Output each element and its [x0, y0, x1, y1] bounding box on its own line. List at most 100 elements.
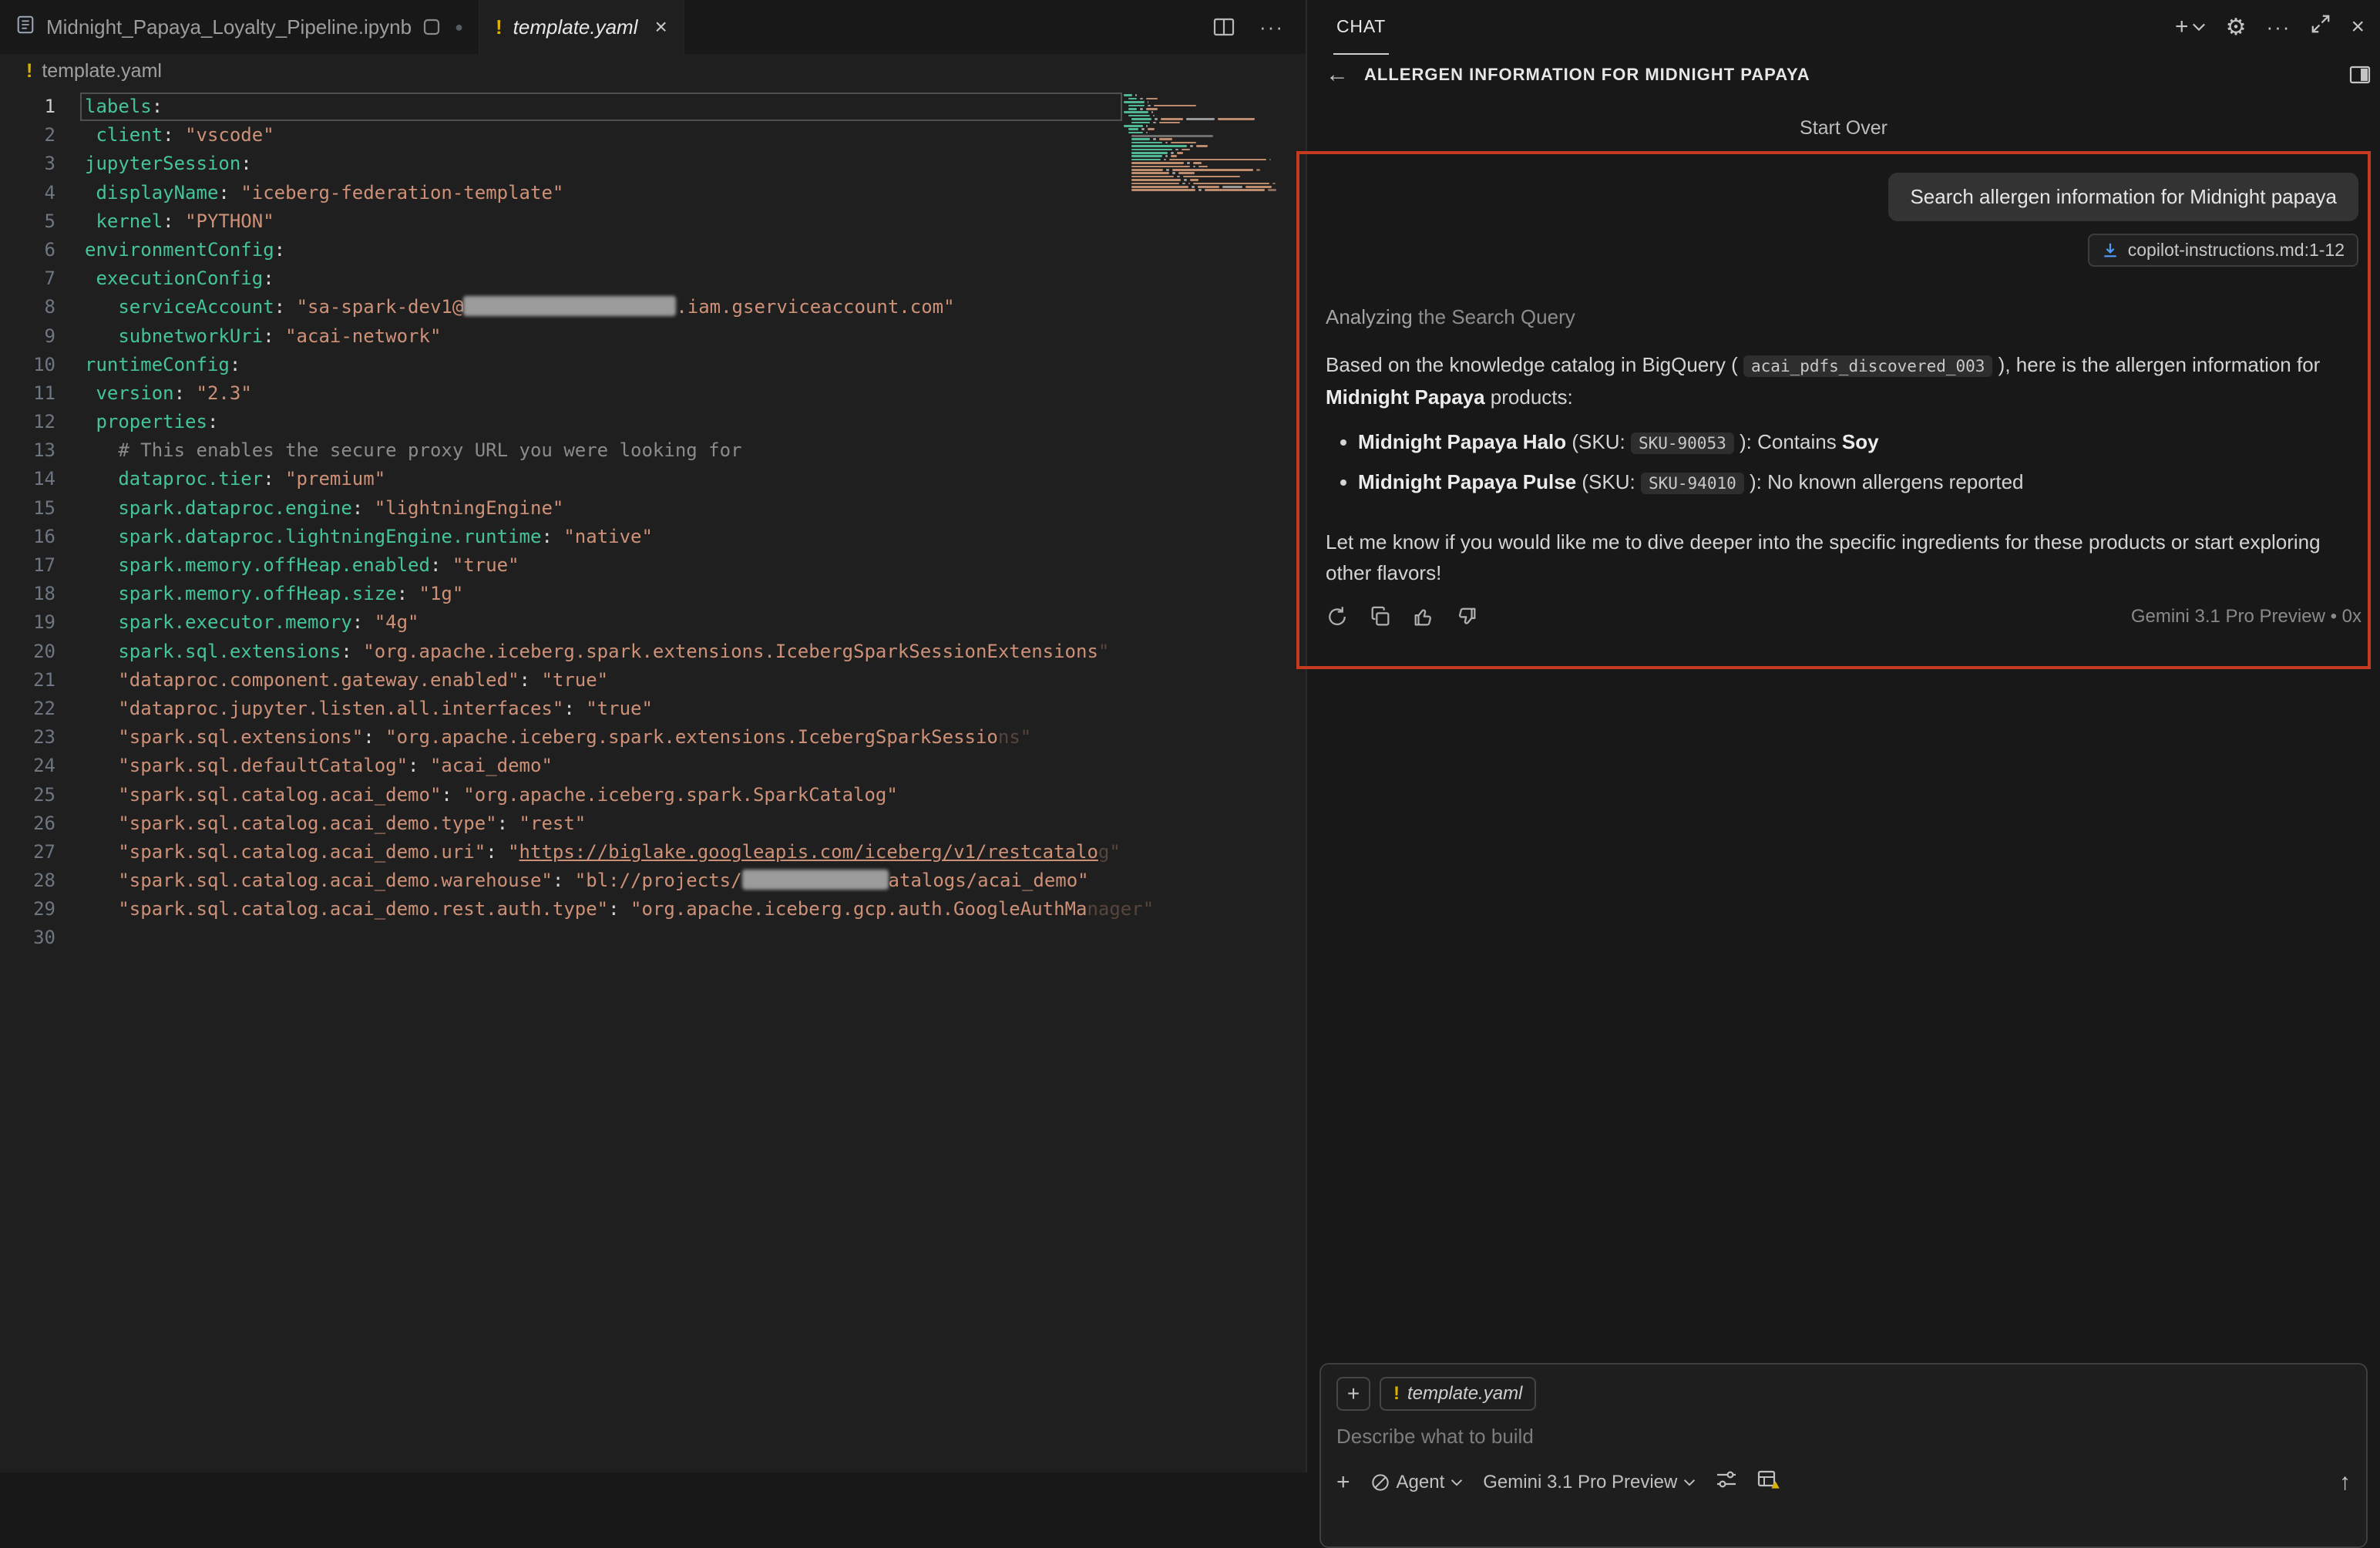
- close-tab-icon[interactable]: ×: [655, 15, 667, 39]
- code-line[interactable]: 9 subnetworkUri: "acai-network": [0, 322, 1306, 351]
- settings-gear-icon[interactable]: ⚙: [2226, 14, 2247, 41]
- code-line[interactable]: 18 spark.memory.offHeap.size: "1g": [0, 580, 1306, 608]
- start-over-button[interactable]: Start Over: [1307, 117, 2380, 140]
- maximize-panel-icon[interactable]: [2311, 14, 2331, 40]
- code-line[interactable]: 8 serviceAccount: "sa-spark-dev1@.iam.gs…: [0, 293, 1306, 321]
- allergen-list: Midnight Papaya Halo (SKU: SKU-90053 ): …: [1326, 426, 2358, 506]
- line-number: 22: [0, 695, 85, 723]
- code-line[interactable]: 7 executionConfig:: [0, 264, 1306, 293]
- attach-icon[interactable]: +: [1336, 1469, 1350, 1496]
- notebook-file-icon: [15, 15, 35, 40]
- line-number: 19: [0, 608, 85, 637]
- thumbs-down-icon[interactable]: [1455, 605, 1478, 628]
- download-icon: [2102, 242, 2119, 259]
- agent-icon: [1370, 1472, 1390, 1492]
- line-number: 12: [0, 408, 85, 436]
- send-button[interactable]: ↑: [2339, 1469, 2351, 1496]
- tab-pin-icon[interactable]: [422, 18, 441, 36]
- regenerate-icon[interactable]: [1326, 605, 1349, 628]
- code-editor[interactable]: 1labels:2 client: "vscode"3jupyterSessio…: [0, 88, 1306, 1477]
- plus-icon: +: [2175, 14, 2189, 40]
- code-line[interactable]: 26 "spark.sql.catalog.acai_demo.type": "…: [0, 809, 1306, 838]
- line-number: 6: [0, 236, 85, 264]
- composer-toolbar: + Agent Gemini 3.1 Pro Preview ↑: [1336, 1469, 2351, 1496]
- code-line[interactable]: 24 "spark.sql.defaultCatalog": "acai_dem…: [0, 752, 1306, 780]
- code-line[interactable]: 25 "spark.sql.catalog.acai_demo": "org.a…: [0, 781, 1306, 809]
- code-line[interactable]: 22 "dataproc.jupyter.listen.all.interfac…: [0, 695, 1306, 723]
- code-line[interactable]: 19 spark.executor.memory: "4g": [0, 608, 1306, 637]
- line-number: 5: [0, 207, 85, 236]
- line-number: 25: [0, 781, 85, 809]
- tune-icon[interactable]: [1716, 1469, 1737, 1496]
- code-line[interactable]: 5 kernel: "PYTHON": [0, 207, 1306, 236]
- line-number: 27: [0, 838, 85, 867]
- line-number: 20: [0, 638, 85, 666]
- chat-input[interactable]: Describe what to build: [1336, 1425, 2351, 1449]
- agent-mode-selector[interactable]: Agent: [1370, 1472, 1464, 1493]
- line-number: 18: [0, 580, 85, 608]
- code-line[interactable]: 29 "spark.sql.catalog.acai_demo.rest.aut…: [0, 895, 1306, 924]
- more-options-icon[interactable]: ···: [2266, 15, 2291, 39]
- open-chat-in-editor-icon[interactable]: [2349, 64, 2371, 86]
- code-line[interactable]: 13 # This enables the secure proxy URL y…: [0, 436, 1306, 465]
- code-line[interactable]: 2 client: "vscode": [0, 121, 1306, 150]
- code-line[interactable]: 20 spark.sql.extensions: "org.apache.ice…: [0, 638, 1306, 666]
- code-line[interactable]: 1labels:: [0, 93, 1306, 121]
- context-chip[interactable]: ! template.yaml: [1380, 1377, 1536, 1411]
- more-actions-icon[interactable]: ···: [1259, 15, 1284, 39]
- code-line[interactable]: 12 properties:: [0, 408, 1306, 436]
- response-actions: Gemini 3.1 Pro Preview • 0x: [1326, 605, 2362, 628]
- chat-tab[interactable]: CHAT: [1333, 0, 1389, 55]
- chat-session-title: ALLERGEN INFORMATION FOR MIDNIGHT PAPAYA: [1364, 65, 1810, 85]
- tab-label: Midnight_Papaya_Loyalty_Pipeline.ipynb: [46, 15, 412, 39]
- split-editor-icon[interactable]: [1213, 16, 1235, 38]
- redacted-text: [742, 870, 889, 890]
- chevron-down-icon: [1683, 1479, 1696, 1486]
- line-number: 7: [0, 264, 85, 293]
- chevron-down-icon: [2192, 22, 2206, 32]
- response-paragraph: Based on the knowledge catalog in BigQue…: [1326, 349, 2358, 412]
- warning-icon: !: [26, 60, 32, 82]
- code-line[interactable]: 3jupyterSession:: [0, 150, 1306, 178]
- code-line[interactable]: 11 version: "2.3": [0, 379, 1306, 408]
- code-line[interactable]: 21 "dataproc.component.gateway.enabled":…: [0, 666, 1306, 695]
- editor-pane: Midnight_Papaya_Loyalty_Pipeline.ipynb ●…: [0, 0, 1307, 1472]
- copy-icon[interactable]: [1369, 605, 1392, 628]
- context-chip-row: + ! template.yaml: [1336, 1377, 2351, 1411]
- add-context-button[interactable]: +: [1336, 1377, 1370, 1411]
- code-line[interactable]: 16 spark.dataproc.lightningEngine.runtim…: [0, 523, 1306, 551]
- back-arrow-icon[interactable]: ←: [1326, 62, 1349, 88]
- line-number: 17: [0, 551, 85, 580]
- code-line[interactable]: 10runtimeConfig:: [0, 351, 1306, 379]
- tab-template-yaml[interactable]: ! template.yaml ×: [480, 0, 684, 54]
- code-line[interactable]: 28 "spark.sql.catalog.acai_demo.warehous…: [0, 867, 1306, 895]
- code-line[interactable]: 15 spark.dataproc.engine: "lightningEngi…: [0, 494, 1306, 523]
- thumbs-up-icon[interactable]: [1412, 605, 1435, 628]
- editor-tab-bar: Midnight_Papaya_Loyalty_Pipeline.ipynb ●…: [0, 0, 1306, 54]
- code-line[interactable]: 30: [0, 924, 1306, 952]
- code-line[interactable]: 4 displayName: "iceberg-federation-templ…: [0, 179, 1306, 207]
- code-line[interactable]: 27 "spark.sql.catalog.acai_demo.uri": "h…: [0, 838, 1306, 867]
- line-number: 16: [0, 523, 85, 551]
- line-number: 30: [0, 924, 85, 952]
- model-selector[interactable]: Gemini 3.1 Pro Preview: [1483, 1472, 1696, 1493]
- line-number: 21: [0, 666, 85, 695]
- breadcrumb[interactable]: ! template.yaml: [0, 54, 1306, 88]
- close-panel-icon[interactable]: ×: [2351, 14, 2365, 40]
- code-line[interactable]: 17 spark.memory.offHeap.enabled: "true": [0, 551, 1306, 580]
- chat-conversation: Search allergen information for Midnight…: [1307, 151, 2380, 628]
- line-number: 14: [0, 465, 85, 493]
- modified-dot: ●: [455, 19, 463, 35]
- code-line[interactable]: 14 dataproc.tier: "premium": [0, 465, 1306, 493]
- minimap[interactable]: [1124, 94, 1284, 195]
- tools-warning-icon[interactable]: [1757, 1469, 1780, 1496]
- chat-composer[interactable]: + ! template.yaml Describe what to build…: [1319, 1363, 2368, 1548]
- chat-header-actions: + ⚙ ··· ×: [2175, 14, 2365, 41]
- code-line[interactable]: 23 "spark.sql.extensions": "org.apache.i…: [0, 723, 1306, 752]
- code-line[interactable]: 6environmentConfig:: [0, 236, 1306, 264]
- reference-chip[interactable]: copilot-instructions.md:1-12: [2088, 234, 2358, 267]
- new-chat-button[interactable]: +: [2175, 14, 2206, 40]
- chat-header: CHAT + ⚙ ··· ×: [1307, 0, 2380, 54]
- tab-notebook[interactable]: Midnight_Papaya_Loyalty_Pipeline.ipynb ●: [0, 0, 480, 54]
- line-number: 23: [0, 723, 85, 752]
